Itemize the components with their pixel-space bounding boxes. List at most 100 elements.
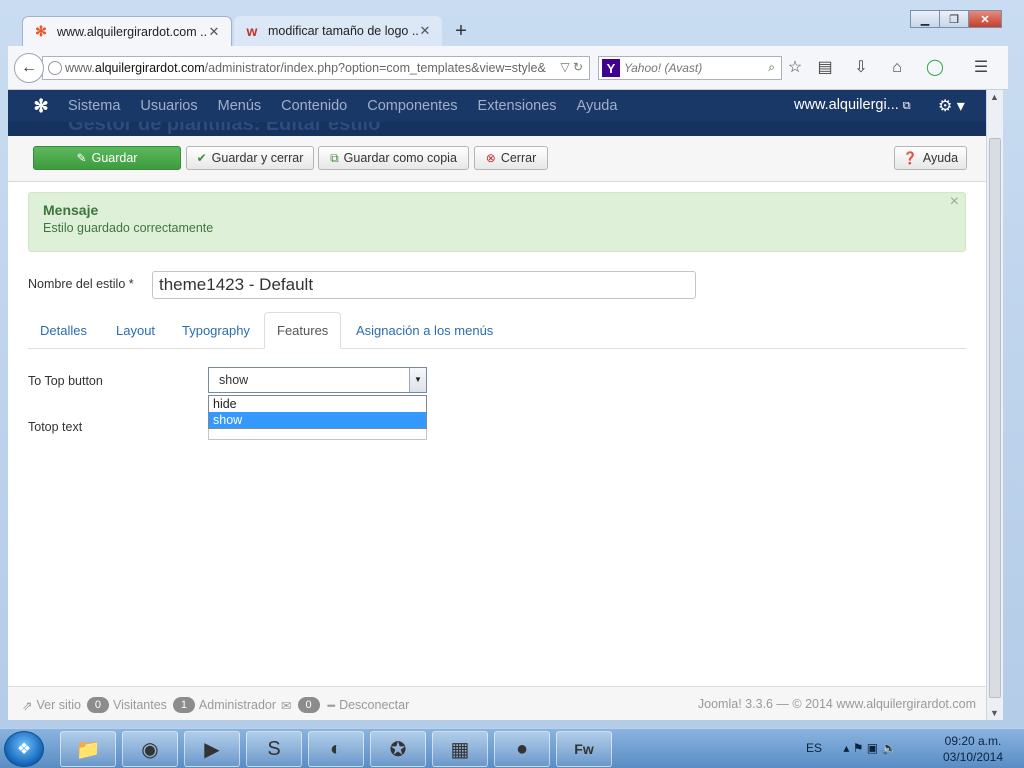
avast-taskbar-icon[interactable]: ✪ <box>370 731 426 767</box>
bookmark-star-icon[interactable]: ☆ <box>784 58 806 78</box>
menu-item-contenido[interactable]: Contenido <box>281 98 347 114</box>
joomla-top-menu: ✻ Sistema Usuarios Menús Contenido Compo… <box>8 90 986 122</box>
explorer-icon[interactable]: 📁 <box>60 731 116 767</box>
menu-item-componentes[interactable]: Componentes <box>367 98 457 114</box>
avast-icon[interactable]: ◯ <box>924 58 946 78</box>
reload-icon[interactable]: ▽ ↻ <box>560 60 583 74</box>
footer-links: ⇗ Ver sitio 0 Visitantes 1 Administrador… <box>22 697 409 713</box>
save-close-button[interactable]: ✔ Guardar y cerrar <box>186 146 314 170</box>
admin-label: Administrador <box>198 698 277 712</box>
totop-button-label: To Top button <box>28 374 103 388</box>
tab-typography[interactable]: Typography <box>170 312 262 349</box>
menu-item-sistema[interactable]: Sistema <box>68 98 120 114</box>
menu-item-menus[interactable]: Menús <box>218 98 262 114</box>
joomla-logo-icon[interactable]: ✻ <box>30 95 52 117</box>
browser-tab-inactive[interactable]: w modificar tamaño de logo ... ✕ <box>234 16 442 46</box>
menu-icon[interactable]: ☰ <box>970 58 992 78</box>
home-icon[interactable]: ⌂ <box>886 58 908 78</box>
status-footer: ⇗ Ver sitio 0 Visitantes 1 Administrador… <box>8 686 986 720</box>
download-icon[interactable]: ⇩ <box>850 58 872 78</box>
footer-credits: Joomla! 3.3.6 — © 2014 www.alquilergirar… <box>697 697 976 711</box>
search-icon[interactable]: ⌕ <box>768 60 775 75</box>
scroll-down-icon[interactable]: ▼ <box>990 708 999 718</box>
media-player-icon[interactable]: ▶ <box>184 731 240 767</box>
origin-icon[interactable]: ◐ <box>308 731 364 767</box>
success-message: Mensaje Estilo guardado correctamente × <box>28 192 966 252</box>
dismiss-icon[interactable]: × <box>950 193 959 211</box>
save-copy-button[interactable]: ⧉ Guardar como copia <box>318 146 469 170</box>
language-indicator[interactable]: ES <box>806 741 822 755</box>
close-tab-icon[interactable]: ✕ <box>418 23 432 39</box>
bookmarks-list-icon[interactable]: ▤ <box>814 58 836 78</box>
menu-item-usuarios[interactable]: Usuarios <box>140 98 197 114</box>
close-button[interactable]: ⊗ Cerrar <box>474 146 548 170</box>
scrollbar-thumb[interactable] <box>989 138 1001 698</box>
content-tabs: Detalles Layout Typography Features Asig… <box>28 312 966 349</box>
message-text: Estilo guardado correctamente <box>43 221 214 235</box>
tab-asignacion-menus[interactable]: Asignación a los menús <box>344 312 505 349</box>
gear-icon[interactable]: ⚙ ▾ <box>938 96 965 116</box>
dropdown-list: hide show <box>208 395 427 429</box>
copy-icon: ⧉ <box>330 150 339 165</box>
control-panel-icon[interactable]: ▦ <box>432 731 488 767</box>
tab-layout[interactable]: Layout <box>104 312 167 349</box>
tab-bar: ✻ www.alquilergirardot.com ... ✕ w modif… <box>0 0 1024 46</box>
help-button[interactable]: ❓ Ayuda <box>894 146 967 170</box>
maximize-button[interactable]: ❐ <box>939 10 969 28</box>
search-placeholder: Yahoo! (Avast) <box>624 61 703 75</box>
chrome-icon[interactable]: ◉ <box>122 731 178 767</box>
start-button[interactable]: ❖ <box>4 731 44 767</box>
browser-tab-active[interactable]: ✻ www.alquilergirardot.com ... ✕ <box>22 16 232 46</box>
style-name-input[interactable] <box>152 271 696 299</box>
page-viewport: ✻ Sistema Usuarios Menús Contenido Compo… <box>8 90 986 720</box>
close-window-button[interactable]: ✕ <box>968 10 1002 28</box>
minus-icon: ━ <box>327 698 336 713</box>
close-label: Cerrar <box>500 151 537 165</box>
minimize-button[interactable]: ▁ <box>910 10 940 28</box>
globe-icon <box>48 61 62 75</box>
logout-link[interactable]: Desconectar <box>339 698 409 712</box>
firefox-icon[interactable]: ● <box>494 731 550 767</box>
vertical-scrollbar[interactable]: ▲ ▼ <box>986 90 1003 720</box>
fireworks-icon[interactable]: Fw <box>556 731 612 767</box>
search-bar[interactable]: Y Yahoo! (Avast) ⌕ <box>598 56 782 80</box>
tray-icons[interactable]: ▴ ⚑ ▣ 🔈 <box>843 741 896 755</box>
external-icon: ⇗ <box>22 698 33 713</box>
tab-features[interactable]: Features <box>264 312 342 349</box>
select-value: show <box>219 373 249 387</box>
menu-item-ayuda[interactable]: Ayuda <box>577 98 618 114</box>
tab-detalles[interactable]: Detalles <box>28 312 99 349</box>
view-site-link[interactable]: Ver sitio <box>36 698 80 712</box>
chevron-down-icon[interactable]: ▼ <box>409 368 426 392</box>
messages-count[interactable]: 0 <box>297 697 320 713</box>
save-button[interactable]: ✎ Guardar <box>33 146 181 170</box>
browser-window: ✻ www.alquilergirardot.com ... ✕ w modif… <box>0 0 1024 728</box>
clock[interactable]: 09:20 a.m. 03/10/2014 <box>930 733 1016 765</box>
save-copy-label: Guardar como copia <box>343 151 457 165</box>
toolbar: ✎ Guardar ✔ Guardar y cerrar ⧉ Guardar como… <box>8 136 986 182</box>
external-link-icon: ⧉ <box>902 100 911 112</box>
url-prefix: www. <box>65 61 95 75</box>
option-show[interactable]: show <box>209 412 426 428</box>
yahoo-icon: Y <box>602 59 620 77</box>
url-bar[interactable]: www. alquilergirardot.com/administrator/i… <box>42 56 590 80</box>
navigation-bar: www. alquilergirardot.com/administrator/i… <box>8 46 1008 90</box>
message-title: Mensaje <box>43 202 99 218</box>
site-link[interactable]: www.alquilergi... ⧉ <box>794 97 911 113</box>
window-controls: ▁ ❐ ✕ <box>910 10 1002 28</box>
close-tab-icon[interactable]: ✕ <box>207 24 221 40</box>
menu-item-extensiones[interactable]: Extensiones <box>478 98 557 114</box>
new-tab-button[interactable]: + <box>450 20 472 42</box>
check-icon: ✔ <box>196 151 207 165</box>
tab-title: modificar tamaño de logo ... <box>268 24 418 38</box>
page-header-strip: Gestor de plantillas: Editar estilo <box>8 122 986 136</box>
edit-icon: ✎ <box>76 151 87 165</box>
totop-button-select[interactable]: show ▼ <box>208 367 427 393</box>
site-favicon-icon: w <box>246 23 258 39</box>
scroll-up-icon[interactable]: ▲ <box>990 92 999 102</box>
back-button[interactable]: ← <box>14 53 44 83</box>
url-path: /administrator/index.php?option=com_temp… <box>204 61 546 75</box>
option-hide[interactable]: hide <box>209 396 426 412</box>
help-label: Ayuda <box>922 151 959 165</box>
skype-icon[interactable]: S <box>246 731 302 767</box>
